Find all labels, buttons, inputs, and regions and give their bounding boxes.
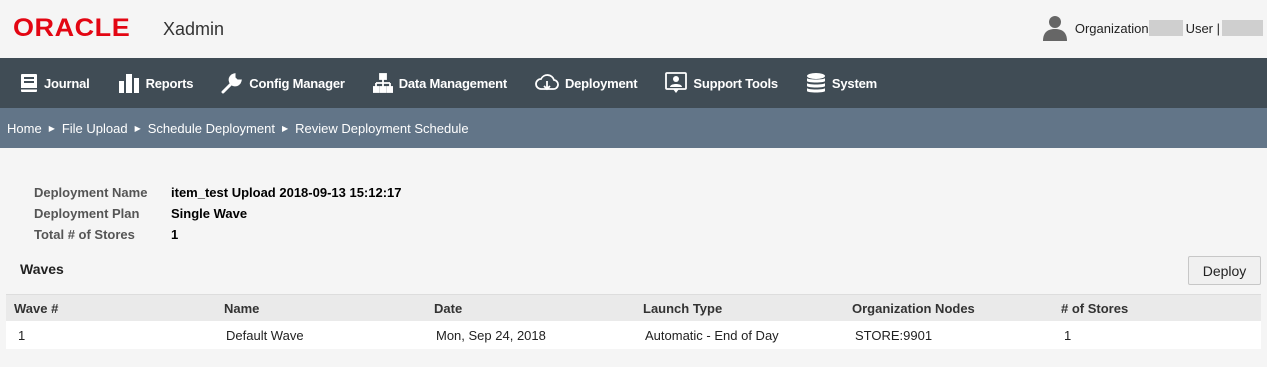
- user-value-redacted: [1222, 20, 1263, 36]
- cloud-download-icon: [535, 74, 559, 91]
- nav-deployment[interactable]: Deployment: [535, 73, 638, 93]
- nav-data-management[interactable]: Data Management: [372, 73, 507, 93]
- breadcrumb-file-upload[interactable]: File Upload: [62, 121, 128, 136]
- deploy-button[interactable]: Deploy: [1188, 256, 1261, 285]
- waves-heading: Waves: [20, 261, 64, 277]
- cell-wave-number: 1: [18, 327, 26, 343]
- column-header-store-count[interactable]: # of Stores: [1061, 301, 1261, 316]
- waves-table: Wave # Name Date Launch Type Organizatio…: [6, 294, 1261, 349]
- column-header-date[interactable]: Date: [434, 301, 643, 316]
- deployment-plan-value: Single Wave: [171, 206, 248, 221]
- column-header-organization-nodes[interactable]: Organization Nodes: [852, 301, 1061, 316]
- column-header-name[interactable]: Name: [224, 301, 434, 316]
- oracle-logo: ORACLE: [13, 14, 131, 42]
- nav-deployment-label: Deployment: [564, 75, 638, 91]
- breadcrumb-separator-icon: ▶: [48, 123, 55, 133]
- column-header-wave-number[interactable]: Wave #: [6, 301, 224, 316]
- breadcrumb-current: Review Deployment Schedule: [295, 120, 469, 136]
- user-area: Organization User |: [1042, 15, 1263, 41]
- user-avatar-icon[interactable]: [1042, 15, 1067, 41]
- app-header: ORACLE Xadmin Organization User |: [0, 0, 1267, 58]
- app-name: Xadmin: [163, 19, 225, 39]
- support-icon: [665, 72, 688, 93]
- organization-value-redacted: [1148, 20, 1183, 36]
- user-label: User |: [1185, 20, 1220, 36]
- nav-reports[interactable]: Reports: [118, 73, 194, 93]
- journal-icon: [21, 74, 37, 92]
- wrench-icon: [221, 73, 243, 94]
- breadcrumb-schedule-deployment[interactable]: Schedule Deployment: [148, 121, 275, 136]
- reports-icon: [118, 74, 139, 93]
- nav-system[interactable]: System: [806, 72, 877, 94]
- detail-row-stores: Total # of Stores 1: [34, 224, 402, 245]
- cell-store-count: 1: [1064, 327, 1072, 343]
- breadcrumb-home[interactable]: Home: [7, 121, 42, 136]
- nav-config-manager[interactable]: Config Manager: [221, 72, 345, 94]
- main-navbar: Journal Reports Config Manager Data Mana…: [0, 58, 1267, 108]
- nav-journal[interactable]: Journal: [20, 73, 90, 93]
- total-stores-value: 1: [171, 227, 179, 242]
- nav-data-management-label: Data Management: [398, 75, 507, 91]
- nav-journal-label: Journal: [44, 75, 90, 91]
- deployment-name-label: Deployment Name: [34, 185, 148, 200]
- hierarchy-icon: [372, 73, 393, 93]
- deployment-details: Deployment Name item_test Upload 2018-09…: [34, 182, 402, 245]
- detail-row-name: Deployment Name item_test Upload 2018-09…: [34, 182, 402, 203]
- deployment-plan-label: Deployment Plan: [34, 206, 140, 221]
- cell-organization-nodes: STORE:9901: [855, 327, 933, 343]
- table-row[interactable]: 1 Default Wave Mon, Sep 24, 2018 Automat…: [6, 321, 1261, 349]
- breadcrumb-separator-icon: ▶: [134, 123, 141, 133]
- total-stores-label: Total # of Stores: [34, 227, 135, 242]
- detail-row-plan: Deployment Plan Single Wave: [34, 203, 402, 224]
- cell-name: Default Wave: [226, 327, 304, 343]
- nav-config-manager-label: Config Manager: [249, 75, 345, 91]
- table-header: Wave # Name Date Launch Type Organizatio…: [6, 294, 1261, 321]
- nav-support-tools[interactable]: Support Tools: [665, 72, 778, 94]
- column-header-launch-type[interactable]: Launch Type: [643, 301, 852, 316]
- database-icon: [806, 73, 825, 93]
- cell-date: Mon, Sep 24, 2018: [436, 327, 546, 343]
- breadcrumb-separator-icon: ▶: [281, 123, 289, 133]
- nav-system-label: System: [831, 75, 877, 91]
- nav-reports-label: Reports: [145, 75, 194, 91]
- cell-launch-type: Automatic - End of Day: [645, 327, 779, 343]
- organization-label: Organization: [1074, 20, 1149, 36]
- deployment-name-value: item_test Upload 2018-09-13 15:12:17: [171, 185, 402, 200]
- breadcrumb: Home ▶ File Upload ▶ Schedule Deployment…: [0, 108, 1267, 148]
- nav-support-tools-label: Support Tools: [693, 75, 778, 91]
